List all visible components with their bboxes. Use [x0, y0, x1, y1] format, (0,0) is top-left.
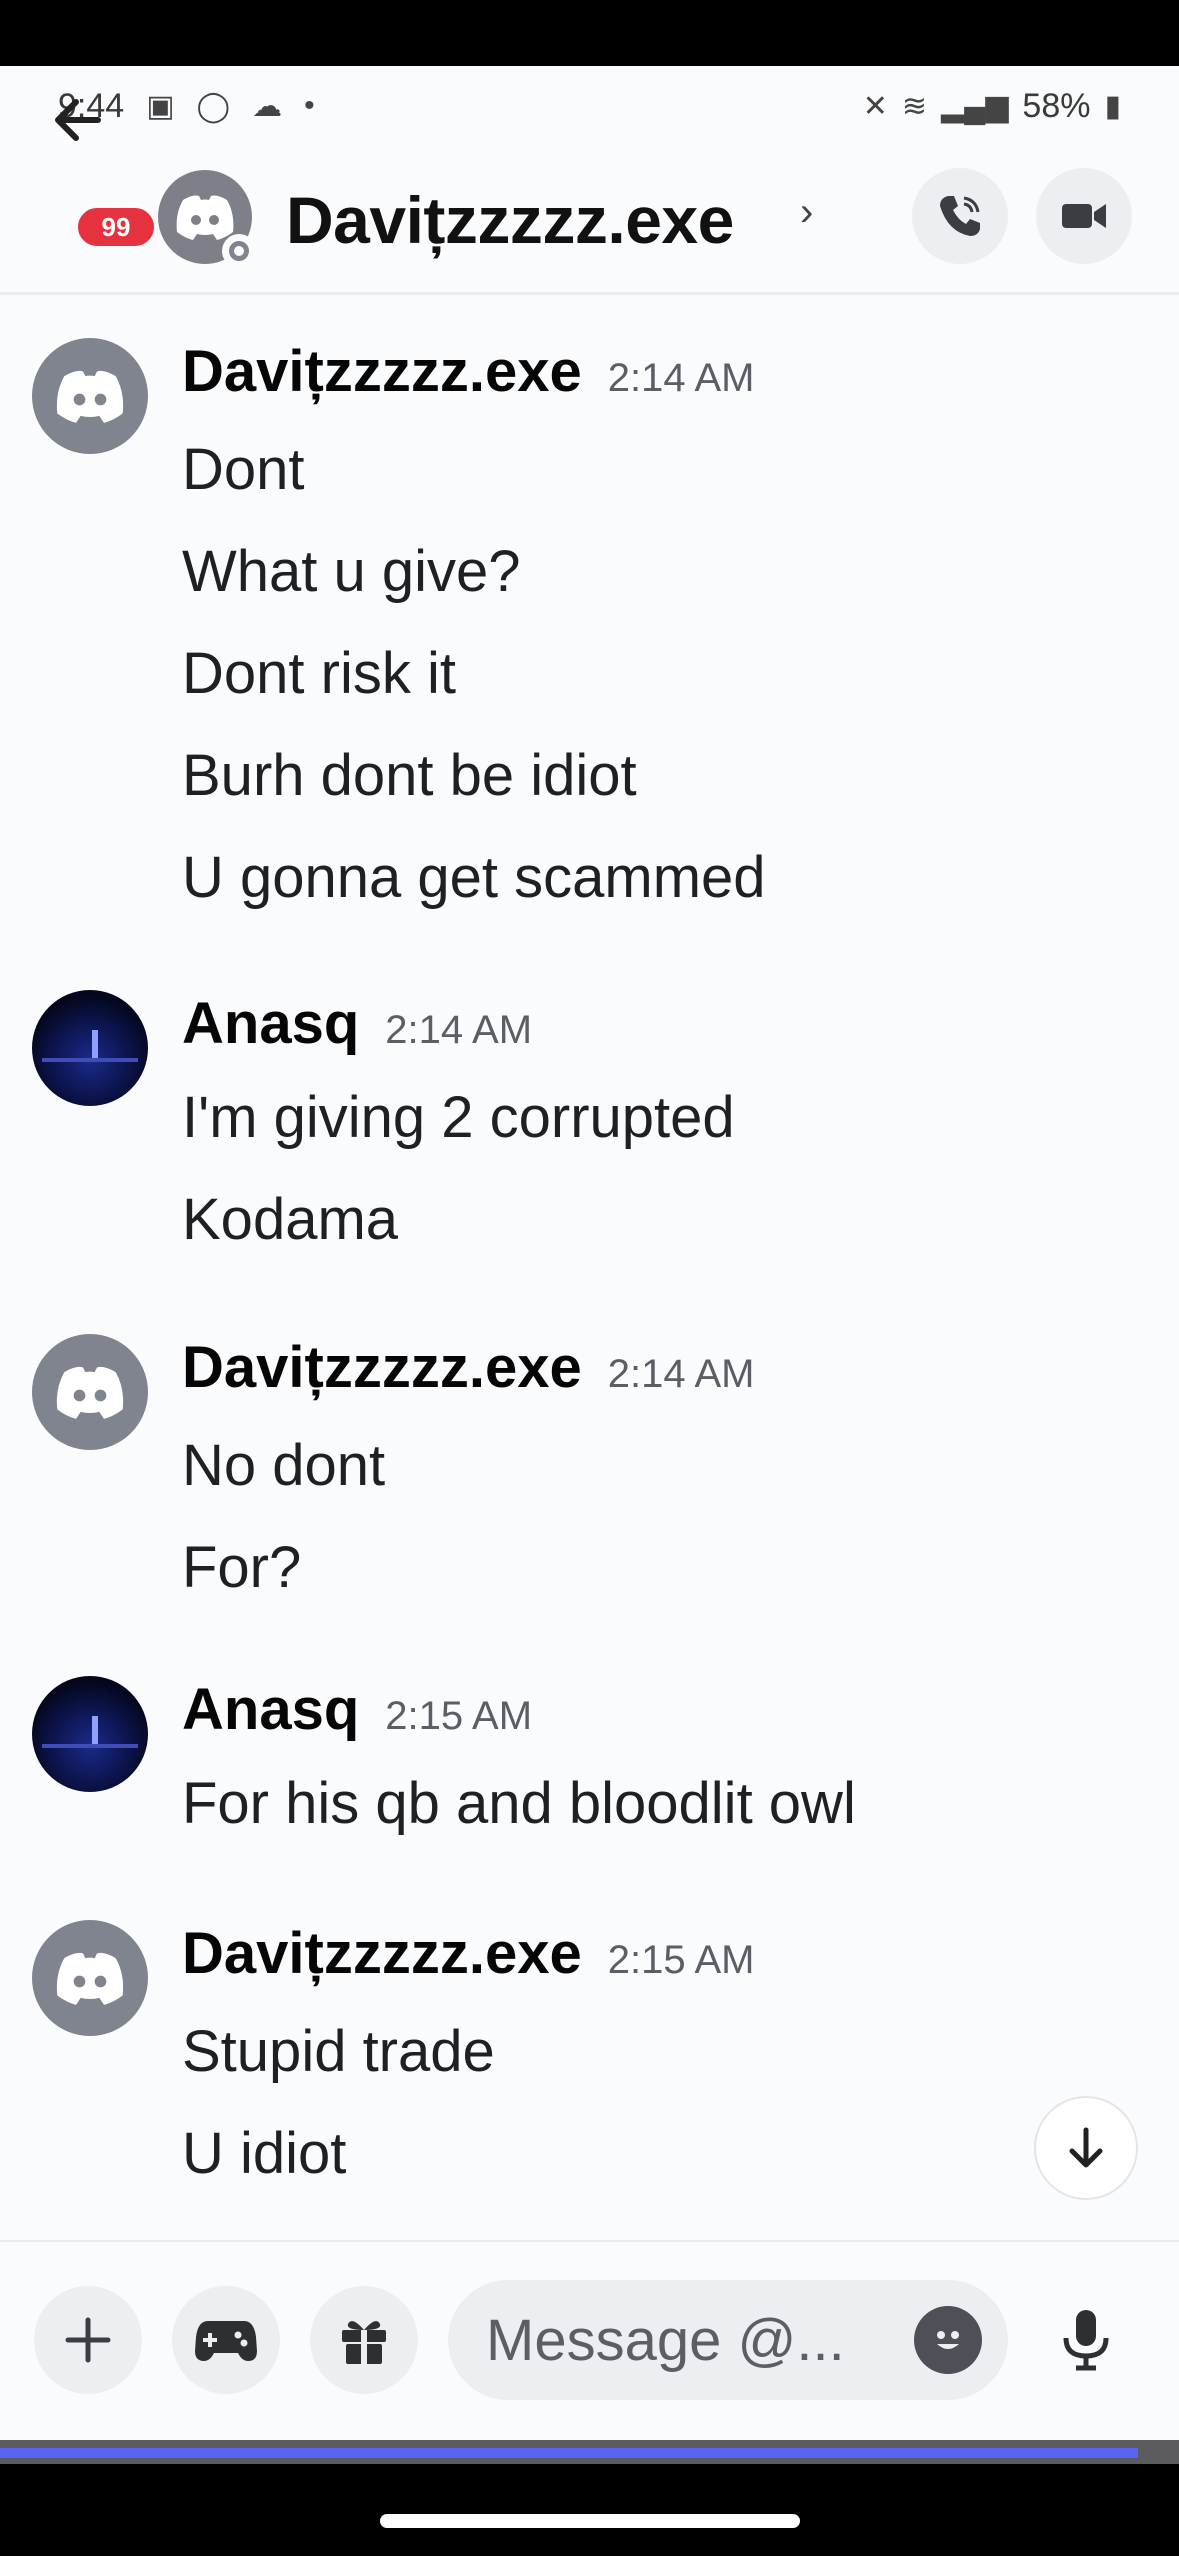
author-name[interactable]: Davițzzzzz.exe: [182, 1920, 582, 1987]
discord-logo-icon: [56, 370, 124, 423]
attach-button[interactable]: [34, 2286, 142, 2394]
author-name[interactable]: Davițzzzzz.exe: [182, 338, 582, 405]
video-call-button[interactable]: [1036, 168, 1132, 264]
header-divider: [0, 292, 1179, 295]
arrow-down-icon: [1069, 2127, 1103, 2168]
timestamp: 2:14 AM: [385, 1008, 533, 1052]
avatar[interactable]: [32, 1676, 148, 1792]
message-text[interactable]: Burh dont be idiot: [182, 742, 637, 809]
message-text[interactable]: U idiot: [182, 2120, 346, 2187]
back-arrow-icon: [55, 99, 101, 141]
channel-title[interactable]: Davițzzzzz.exe: [286, 182, 734, 258]
unread-badge: 99: [74, 204, 158, 250]
gift-button[interactable]: [310, 2286, 418, 2394]
message-input[interactable]: Message @...: [448, 2280, 1008, 2400]
message-composer: Message @...: [0, 2240, 1179, 2440]
voice-message-button[interactable]: [1032, 2286, 1140, 2394]
message-text[interactable]: For?: [182, 1534, 301, 1601]
bottom-bezel: [0, 2464, 1179, 2556]
message-text[interactable]: U gonna get scammed: [182, 844, 766, 911]
voice-call-button[interactable]: [912, 168, 1008, 264]
message-text[interactable]: Dont risk it: [182, 640, 456, 707]
battery-level: 58%: [1022, 86, 1091, 125]
notification-icon: ▣: [146, 89, 175, 123]
status-bar: 9:44 ▣ ◯ ☁ • ✕ ≋ ▂▄▆ 58% ▮: [0, 66, 1179, 146]
signal-icon: ▂▄▆: [941, 89, 1009, 123]
more-dot-icon: •: [304, 89, 315, 122]
home-indicator[interactable]: [380, 2514, 800, 2528]
jump-to-latest-button[interactable]: [1034, 2096, 1138, 2200]
whatsapp-icon: ◯: [196, 89, 231, 123]
activities-button[interactable]: [172, 2286, 280, 2394]
mute-icon: ✕: [862, 89, 888, 123]
author-name[interactable]: Anasq: [182, 990, 359, 1057]
avatar[interactable]: [32, 1334, 148, 1450]
author-name[interactable]: Davițzzzzz.exe: [182, 1334, 582, 1401]
message-text[interactable]: Dont: [182, 436, 305, 503]
timestamp: 2:15 AM: [385, 1694, 533, 1738]
smiley-icon: [937, 2331, 959, 2349]
status-indicator: [222, 234, 256, 268]
microphone-icon: [1063, 2310, 1109, 2371]
video-progress-fill: [0, 2448, 1138, 2458]
wifi-icon: ≋: [901, 89, 928, 123]
battery-icon: ▮: [1104, 89, 1121, 123]
chevron-right-icon[interactable]: ›: [800, 190, 813, 235]
timestamp: 2:15 AM: [607, 1938, 755, 1982]
discord-logo-icon: [56, 1952, 124, 2005]
timestamp: 2:14 AM: [607, 356, 755, 400]
avatar[interactable]: [32, 1920, 148, 2036]
message-header: Anasq 2:14 AM: [182, 990, 532, 1057]
cloud-icon: ☁: [252, 89, 283, 123]
message-text[interactable]: Kodama: [182, 1186, 398, 1253]
message-header: Davițzzzzz.exe 2:15 AM: [182, 1920, 754, 1987]
emoji-button[interactable]: [914, 2306, 982, 2374]
phone-icon: [940, 196, 980, 236]
plus-icon: [65, 2317, 111, 2363]
gift-icon: [342, 2321, 386, 2364]
message-text[interactable]: What u give?: [182, 538, 521, 605]
message-header: Davițzzzzz.exe 2:14 AM: [182, 338, 754, 405]
message-header: Anasq 2:15 AM: [182, 1676, 532, 1743]
message-input-placeholder: Message @...: [486, 2307, 845, 2373]
gamepad-icon: [195, 2321, 257, 2361]
discord-logo-icon: [56, 1366, 124, 1419]
message-text[interactable]: No dont: [182, 1432, 385, 1499]
author-name[interactable]: Anasq: [182, 1676, 359, 1743]
app-screen: 9:44 ▣ ◯ ☁ • ✕ ≋ ▂▄▆ 58% ▮ 99 Davițzzzzz…: [0, 66, 1179, 2440]
top-bezel: [0, 0, 1179, 66]
message-header: Davițzzzzz.exe 2:14 AM: [182, 1334, 754, 1401]
avatar[interactable]: [32, 990, 148, 1106]
video-camera-icon: [1062, 204, 1106, 228]
message-text[interactable]: I'm giving 2 corrupted: [182, 1084, 735, 1151]
avatar[interactable]: [32, 338, 148, 454]
message-text[interactable]: For his qb and bloodlit owl: [182, 1770, 856, 1837]
back-button[interactable]: [48, 90, 108, 160]
message-text[interactable]: Stupid trade: [182, 2018, 495, 2085]
timestamp: 2:14 AM: [607, 1352, 755, 1396]
discord-logo-icon: [176, 195, 234, 240]
